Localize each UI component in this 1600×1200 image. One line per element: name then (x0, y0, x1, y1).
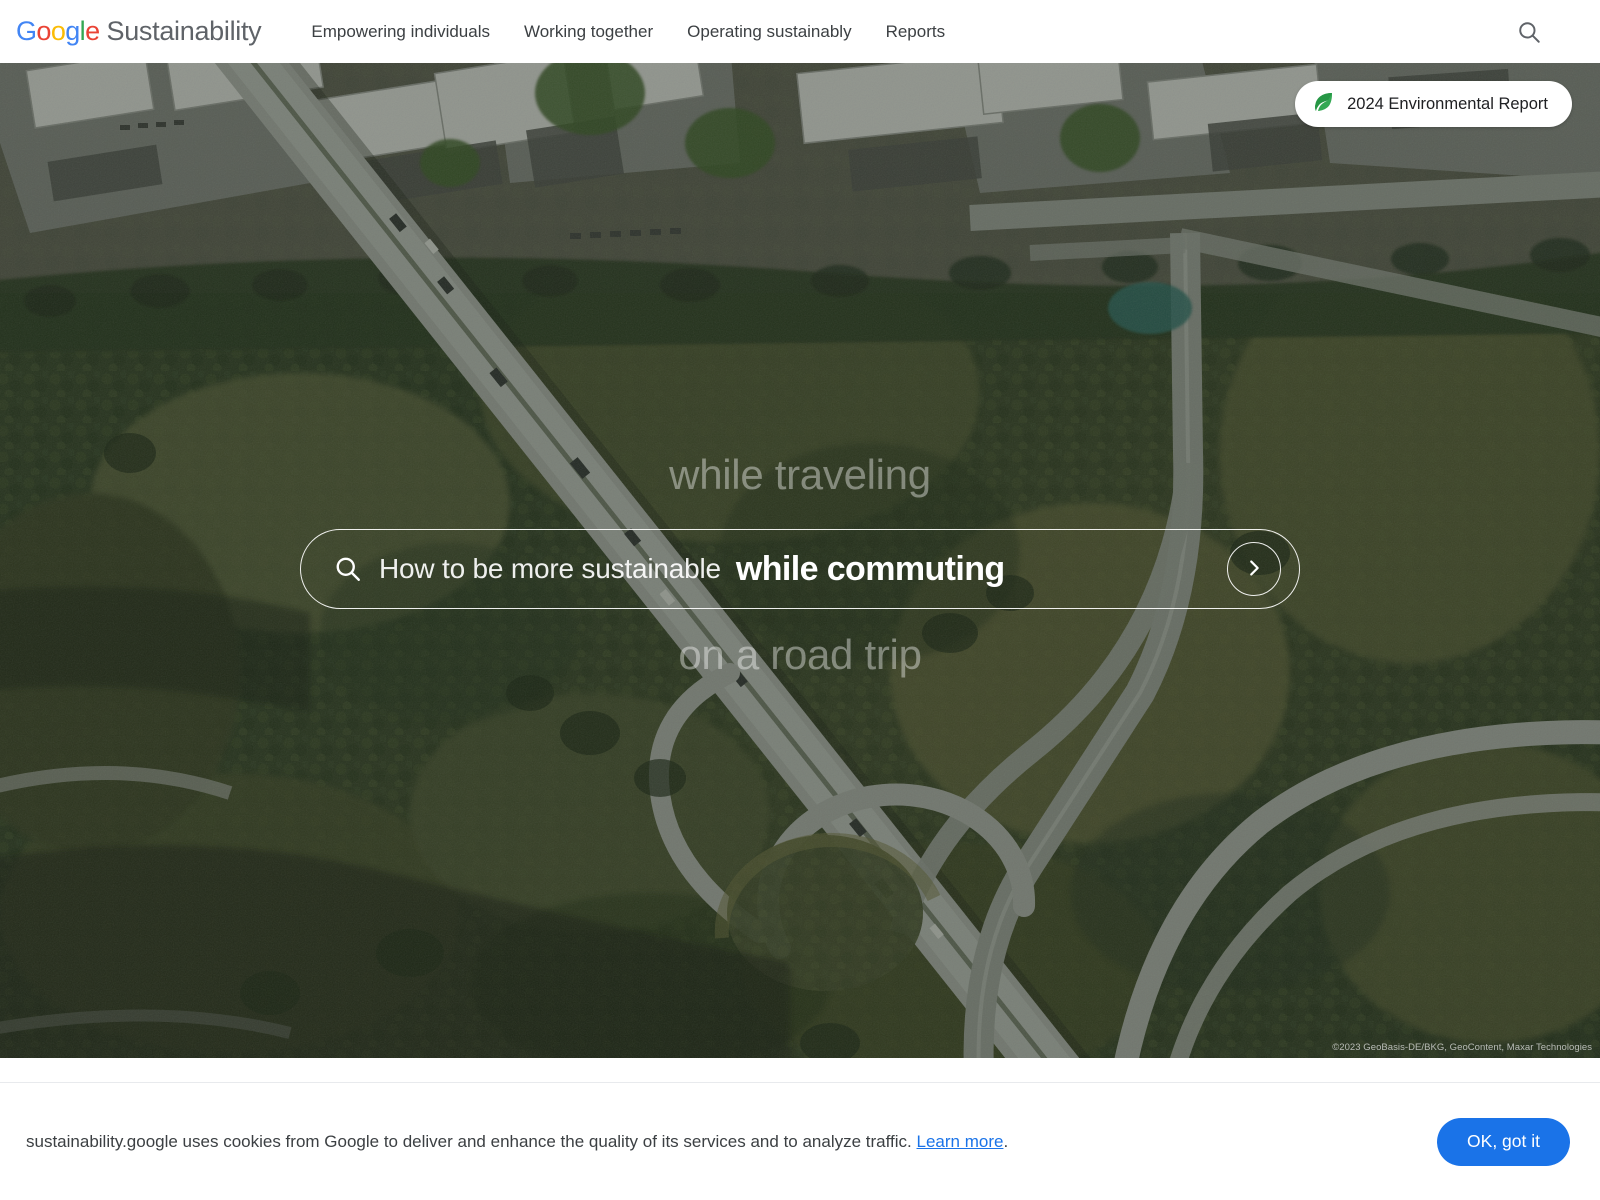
environmental-report-badge[interactable]: 2024 Environmental Report (1295, 81, 1572, 127)
cookie-consent-text: sustainability.google uses cookies from … (26, 1130, 1008, 1154)
rotator-current-phrase: while commuting (735, 549, 1005, 588)
environmental-report-label: 2024 Environmental Report (1347, 94, 1548, 113)
cookie-text-period: . (1003, 1131, 1009, 1151)
cookie-text-body: sustainability.google uses cookies from … (26, 1131, 912, 1151)
hero-search-bar[interactable]: How to be more sustainable while commuti… (300, 529, 1300, 609)
nav-item-working-together[interactable]: Working together (524, 20, 653, 44)
brand-suffix: Sustainability (106, 16, 262, 46)
search-icon (331, 552, 365, 586)
leaf-icon (1311, 90, 1335, 119)
brand-logo[interactable]: Google Sustainability (16, 16, 262, 47)
google-wordmark: Google (16, 16, 100, 46)
hero-search-block: while traveling How to be more sustainab… (0, 451, 1600, 687)
site-header: Google Sustainability Empowering individ… (0, 0, 1600, 63)
cookie-consent-banner: sustainability.google uses cookies from … (0, 1082, 1600, 1200)
learn-more-link[interactable]: Learn more (917, 1132, 1004, 1151)
accept-cookies-button[interactable]: OK, got it (1437, 1117, 1570, 1166)
chevron-right-icon (1243, 557, 1265, 582)
rotator-previous-phrase: while traveling (669, 451, 931, 498)
primary-nav: Empowering individuals Working together … (311, 20, 945, 44)
nav-item-empowering-individuals[interactable]: Empowering individuals (311, 20, 490, 44)
map-attribution: ©2023 GeoBasis-DE/BKG, GeoContent, Maxar… (1332, 1042, 1592, 1053)
search-submit-button[interactable] (1227, 542, 1281, 596)
search-icon[interactable] (1516, 19, 1542, 45)
nav-item-operating-sustainably[interactable]: Operating sustainably (687, 20, 851, 44)
nav-item-reports[interactable]: Reports (886, 20, 946, 44)
hero-section: 2024 Environmental Report while travelin… (0, 63, 1600, 1058)
rotator-next-phrase: on a road trip (678, 631, 922, 678)
search-prefix-text: How to be more sustainable (379, 553, 721, 584)
